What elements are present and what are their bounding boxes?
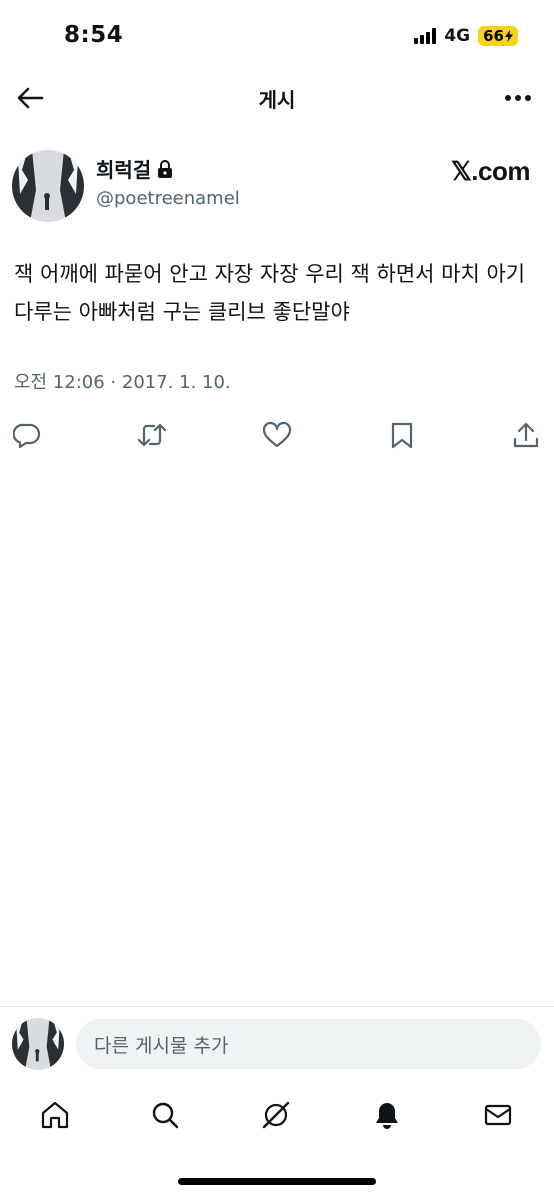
like-button[interactable] [260,418,294,452]
retweet-button[interactable] [135,418,169,452]
composer-avatar[interactable] [12,1018,64,1070]
grok-icon [262,1101,290,1129]
lock-icon [158,159,173,178]
battery-indicator: 66 [478,26,518,46]
reply-icon [13,423,41,449]
username[interactable]: @poetreenamel [96,188,240,209]
retweet-icon [137,423,167,447]
like-icon [262,421,292,448]
nav-search[interactable] [145,1092,185,1138]
page-title: 게시 [258,88,296,112]
status-indicators: 4G 66 [414,26,518,46]
battery-level: 66 [483,27,504,45]
add-post-placeholder: 다른 게시물 추가 [94,1034,229,1057]
display-name[interactable]: 희럭걸 [96,154,173,183]
nav-home[interactable] [35,1092,75,1138]
post-actions [0,418,554,454]
header: 게시 [0,70,554,126]
bookmark-icon [391,422,413,449]
x-com-logo: 𝕏.com [450,156,531,186]
bookmark-button[interactable] [385,418,419,452]
cellular-signal-icon [414,28,437,44]
more-options-button[interactable] [500,78,536,118]
display-name-text: 희럭걸 [96,158,152,182]
search-icon [152,1102,179,1129]
share-icon [513,422,539,448]
reply-button[interactable] [10,418,44,452]
more-dots-icon [505,95,531,101]
home-indicator [178,1178,376,1185]
nav-notifications[interactable] [367,1092,407,1138]
nav-messages[interactable] [478,1092,518,1138]
add-post-input[interactable]: 다른 게시물 추가 [76,1019,541,1069]
home-icon [41,1101,69,1129]
network-type: 4G [444,26,471,46]
share-button[interactable] [509,418,543,452]
messages-icon [484,1104,512,1126]
composer-divider [0,1006,554,1007]
post-text: 잭 어깨에 파묻어 안고 자장 자장 우리 잭 하면서 마치 아기다루는 아빠처… [14,262,526,324]
avatar[interactable] [12,150,84,222]
status-bar: 8:54 4G 66 [0,0,554,70]
nav-grok[interactable] [256,1092,296,1138]
notifications-icon [376,1103,398,1129]
post-timestamp[interactable]: 오전 12:06 · 2017. 1. 10. [14,368,231,394]
charging-bolt-icon [505,30,513,42]
status-time: 8:54 [64,22,124,48]
bottom-nav [0,1092,554,1142]
